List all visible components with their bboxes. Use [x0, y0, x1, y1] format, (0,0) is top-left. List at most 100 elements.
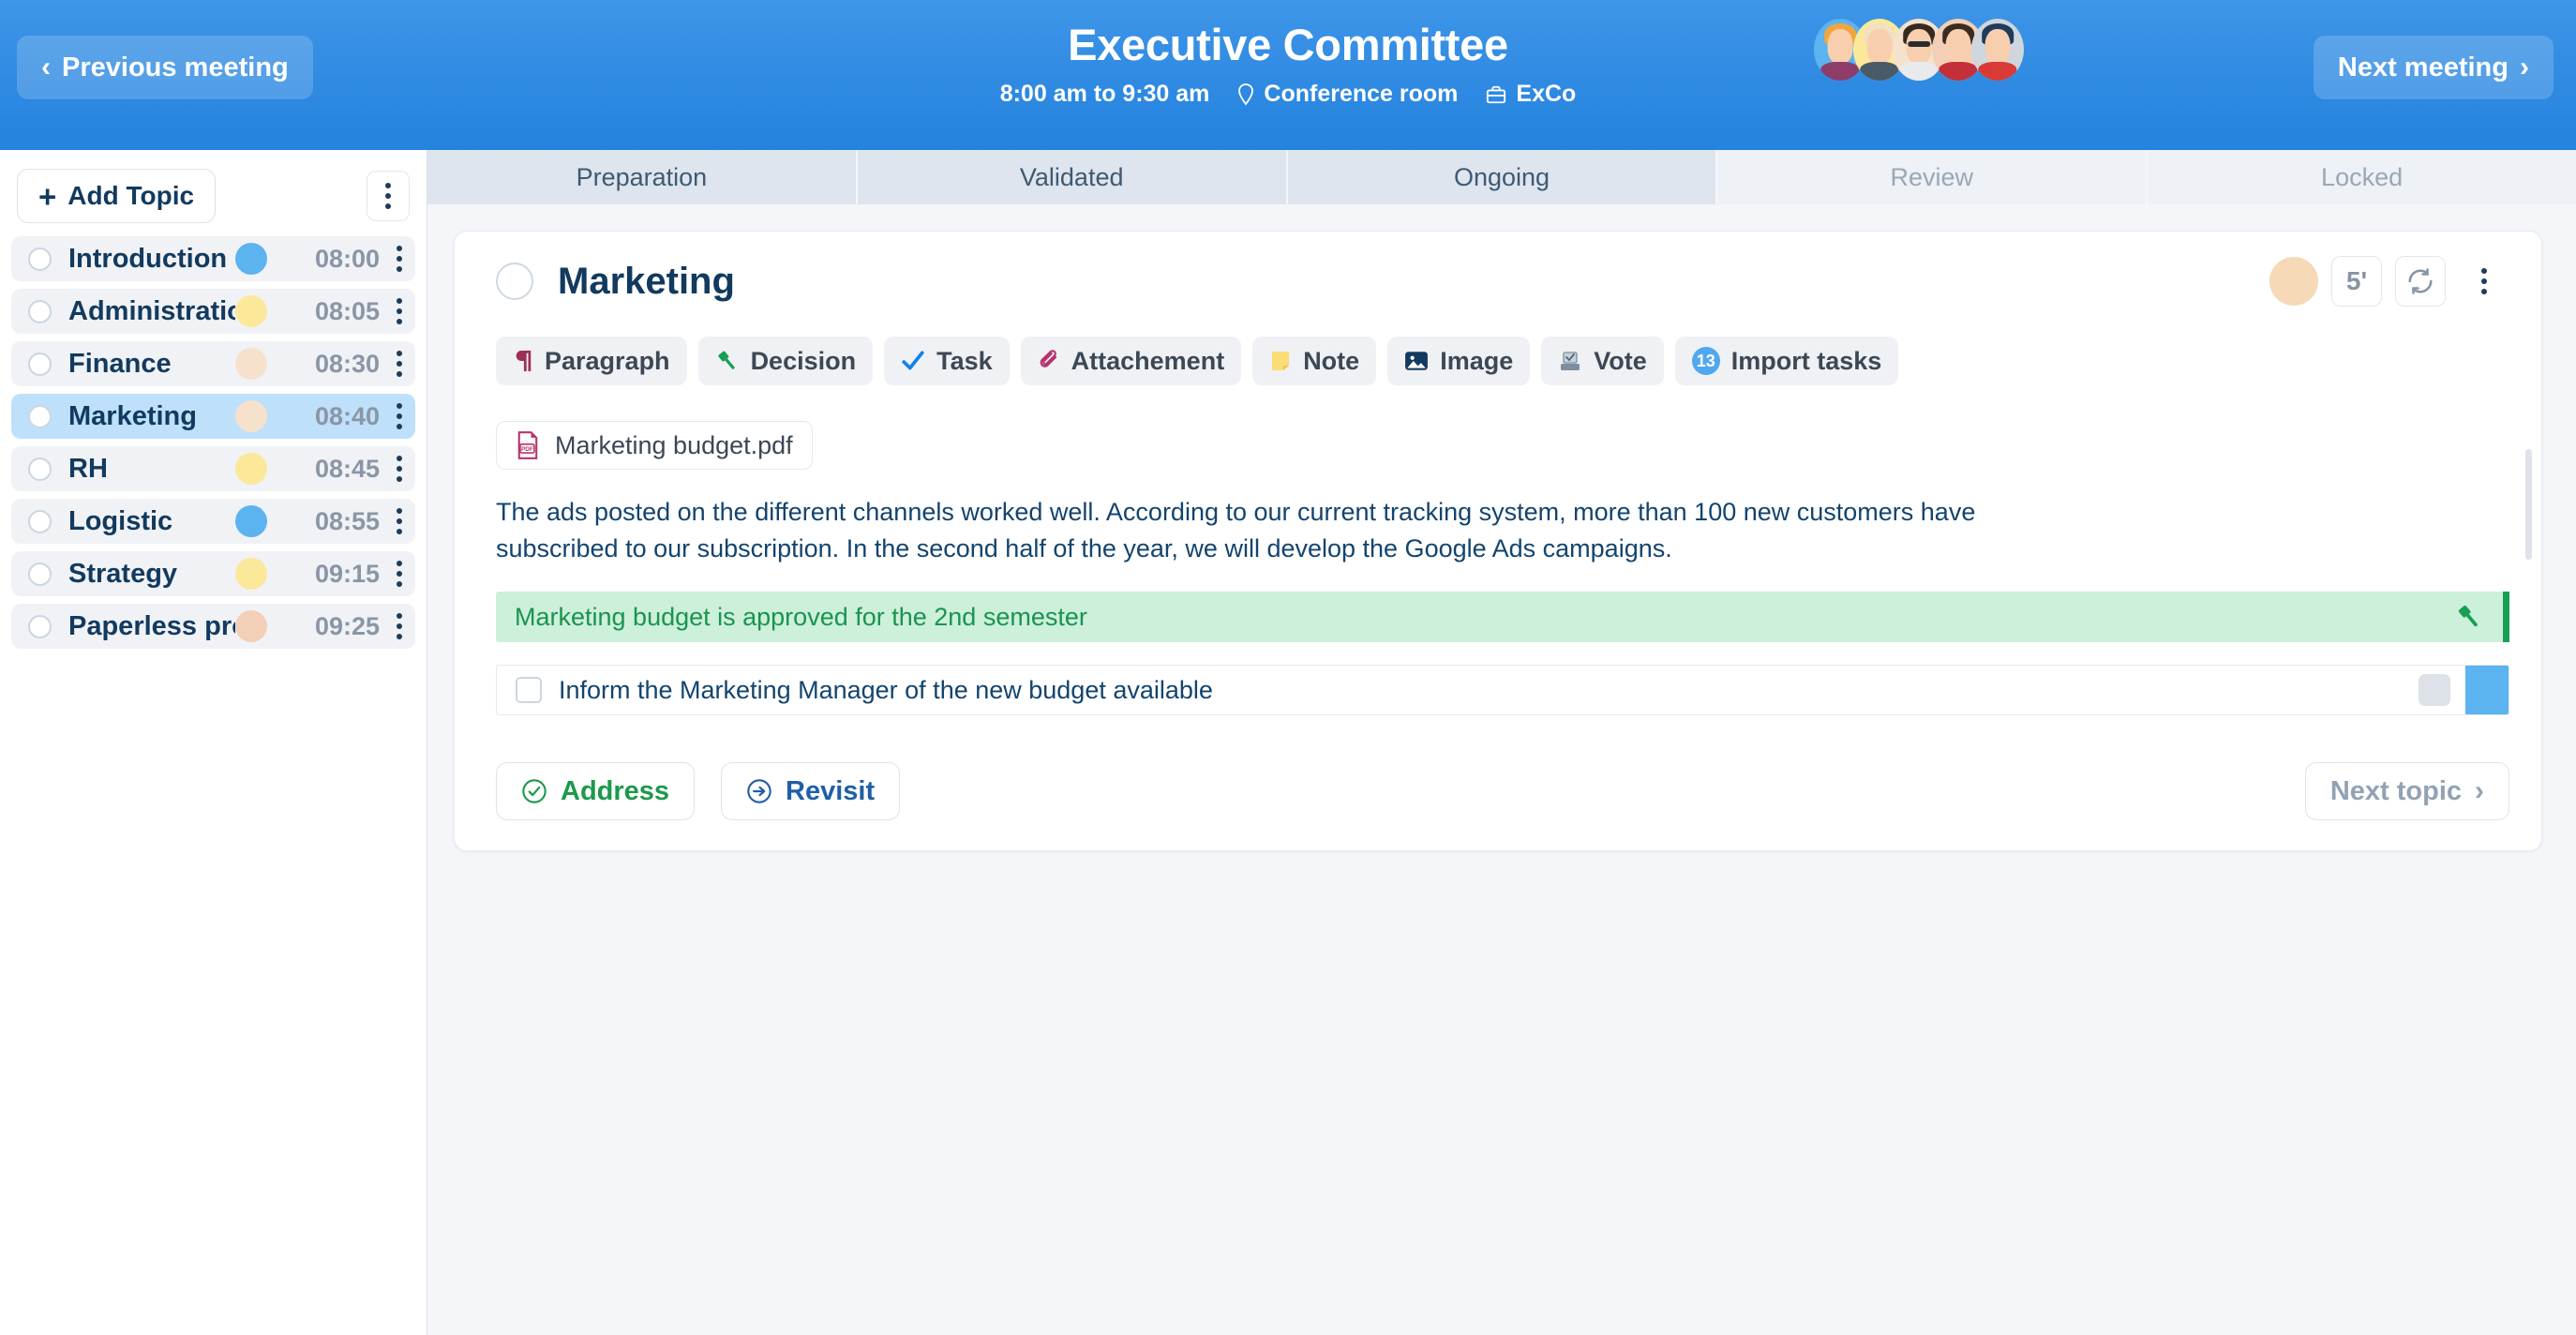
attachment-label: Attachement — [1071, 347, 1225, 376]
import-tasks-button[interactable]: 13 Import tasks — [1675, 337, 1899, 385]
decision-block[interactable]: Marketing budget is approved for the 2nd… — [496, 592, 2509, 642]
meeting-info: Executive Committee 8:00 am to 9:30 am C… — [0, 19, 2576, 108]
topic-status-circle[interactable] — [496, 262, 533, 300]
sidebar-toolbar: + Add Topic — [9, 150, 417, 236]
tab-validated[interactable]: Validated — [858, 150, 1288, 204]
topic-menu-icon[interactable] — [397, 508, 402, 534]
topic-time: 08:00 — [288, 245, 380, 274]
topic-status-circle[interactable] — [28, 405, 52, 428]
card-header: Marketing 5' — [496, 256, 2509, 307]
topic-status-circle[interactable] — [28, 352, 52, 376]
task-text: Inform the Marketing Manager of the new … — [559, 676, 1213, 705]
sidebar-item-introduction[interactable]: Introduction 08:00 — [11, 236, 415, 281]
topic-owner-avatar[interactable] — [2269, 257, 2318, 306]
topic-status-circle[interactable] — [28, 615, 52, 638]
sidebar-item-finance[interactable]: Finance 08:30 — [11, 341, 415, 386]
sidebar-item-administration[interactable]: Administration 08:05 — [11, 289, 415, 334]
sidebar-menu-button[interactable] — [367, 171, 410, 221]
topic-time: 08:30 — [288, 350, 380, 379]
add-topic-label: Add Topic — [67, 181, 194, 211]
card-header-actions: 5' — [2269, 256, 2509, 307]
add-decision-button[interactable]: Decision — [698, 337, 874, 385]
task-block[interactable]: Inform the Marketing Manager of the new … — [496, 665, 2509, 715]
add-task-button[interactable]: Task — [884, 337, 1010, 385]
revisit-button[interactable]: Revisit — [721, 762, 900, 820]
topic-menu-icon[interactable] — [397, 561, 402, 587]
tab-ongoing[interactable]: Ongoing — [1288, 150, 1718, 204]
topic-status-circle[interactable] — [28, 510, 52, 533]
attachment-chip[interactable]: PDF Marketing budget.pdf — [496, 421, 813, 470]
topic-name: Introduction — [68, 244, 235, 275]
avatar[interactable] — [1971, 19, 2024, 81]
add-topic-button[interactable]: + Add Topic — [17, 169, 216, 223]
tab-preparation[interactable]: Preparation — [427, 150, 858, 204]
task-label: Task — [936, 347, 993, 376]
decision-text: Marketing budget is approved for the 2nd… — [515, 603, 1087, 632]
address-button[interactable]: Address — [496, 762, 695, 820]
content-scrollbar[interactable] — [2525, 449, 2532, 560]
image-label: Image — [1440, 347, 1513, 376]
badge-count-icon: 13 — [1692, 347, 1720, 375]
gavel-icon — [715, 349, 740, 373]
topic-time: 08:55 — [288, 507, 380, 536]
image-icon — [1404, 349, 1429, 373]
tab-locked[interactable]: Locked — [2148, 150, 2576, 204]
topic-menu-icon[interactable] — [397, 246, 402, 272]
topic-menu-icon[interactable] — [397, 403, 402, 429]
check-circle-icon — [521, 778, 547, 804]
sidebar-item-strategy[interactable]: Strategy 09:15 — [11, 551, 415, 596]
participants-avatar-group[interactable] — [1814, 19, 2024, 81]
paragraph-block[interactable]: The ads posted on the different channels… — [496, 494, 2005, 567]
card-actions: Address Revisit Next topic › — [496, 762, 2509, 820]
task-placeholder-tile[interactable] — [2419, 674, 2450, 706]
plus-icon: + — [38, 181, 56, 212]
topic-name: Strategy — [68, 559, 235, 590]
sidebar-item-marketing[interactable]: Marketing 08:40 — [11, 394, 415, 439]
meeting-group: ExCo — [1516, 81, 1576, 108]
topic-menu-icon[interactable] — [397, 298, 402, 324]
next-meeting-label: Next meeting — [2338, 52, 2509, 83]
sidebar-item-rh[interactable]: RH 08:45 — [11, 446, 415, 491]
topic-time: 09:15 — [288, 560, 380, 589]
decision-accent-bar — [2503, 592, 2509, 642]
chevron-right-icon: › — [2475, 777, 2484, 805]
topic-name: Administration — [68, 296, 235, 327]
card-menu-button[interactable] — [2459, 256, 2509, 307]
meeting-location: Conference room — [1264, 81, 1458, 108]
topic-menu-icon[interactable] — [397, 351, 402, 377]
meeting-title: Executive Committee — [1068, 19, 1508, 70]
chevron-right-icon: › — [2520, 53, 2529, 82]
next-topic-button[interactable]: Next topic › — [2305, 762, 2509, 820]
topic-owner-avatar — [235, 400, 267, 432]
add-note-button[interactable]: Note — [1252, 337, 1376, 385]
topic-status-circle[interactable] — [28, 248, 52, 271]
topic-menu-icon[interactable] — [397, 613, 402, 639]
vote-label: Vote — [1594, 347, 1647, 376]
topic-owner-avatar — [235, 558, 267, 590]
topics-list: Introduction 08:00 Administration 08:05 — [9, 236, 417, 649]
sidebar-item-logistic[interactable]: Logistic 08:55 — [11, 499, 415, 544]
topic-menu-icon[interactable] — [397, 456, 402, 482]
topic-time: 08:45 — [288, 455, 380, 484]
previous-meeting-button[interactable]: ‹ Previous meeting — [17, 36, 313, 99]
gavel-icon — [2455, 603, 2483, 631]
add-attachment-button[interactable]: Attachement — [1021, 337, 1242, 385]
pdf-file-icon: PDF — [516, 431, 540, 459]
task-assignee-avatar[interactable] — [2465, 665, 2509, 715]
refresh-icon[interactable] — [2395, 256, 2446, 307]
add-image-button[interactable]: Image — [1387, 337, 1530, 385]
kebab-menu-icon — [2481, 268, 2487, 294]
task-checkbox[interactable] — [516, 677, 542, 703]
add-paragraph-button[interactable]: Paragraph — [496, 337, 687, 385]
sidebar-item-paperless-project[interactable]: Paperless project 09:25 — [11, 604, 415, 649]
topic-status-circle[interactable] — [28, 458, 52, 481]
topic-name: Logistic — [68, 506, 235, 537]
add-vote-button[interactable]: Vote — [1541, 337, 1664, 385]
topic-status-circle[interactable] — [28, 562, 52, 586]
topic-status-circle[interactable] — [28, 300, 52, 323]
next-meeting-button[interactable]: Next meeting › — [2314, 36, 2554, 99]
tab-review[interactable]: Review — [1717, 150, 2148, 204]
duration-button[interactable]: 5' — [2331, 256, 2382, 307]
briefcase-icon — [1486, 84, 1506, 105]
topic-owner-avatar — [235, 348, 267, 380]
